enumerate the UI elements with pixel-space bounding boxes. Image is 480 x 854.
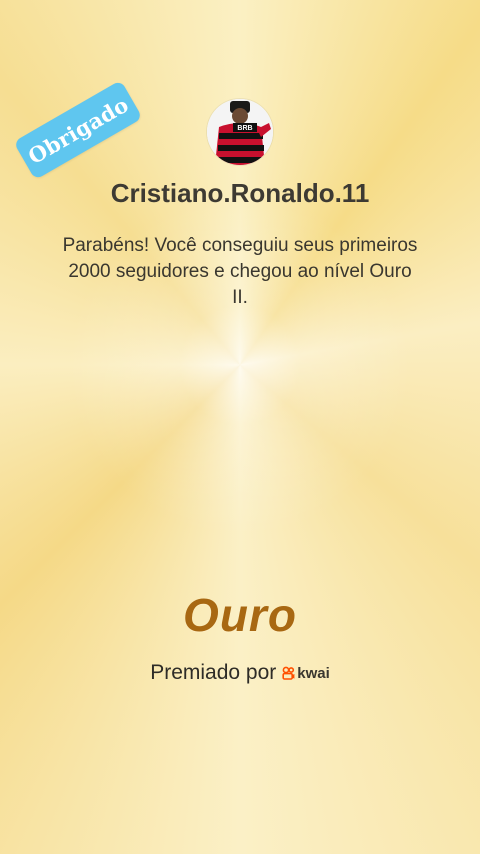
thank-you-badge[interactable]: Obrigado — [13, 79, 143, 181]
awarded-by-row: Premiado por kwai — [0, 661, 480, 685]
kwai-brand-name: kwai — [297, 664, 330, 682]
kwai-logo: kwai — [282, 665, 330, 682]
level-title: Ouro — [183, 589, 297, 641]
congratulations-message: Parabéns! Você conseguiu seus primeiros … — [62, 235, 418, 308]
thank-you-badge-label: Obrigado — [23, 91, 133, 169]
achievement-screen: Obrigado BRB Cristiano.Ronaldo.11 Parabé… — [0, 0, 480, 854]
avatar-image: BRB — [207, 99, 273, 165]
kwai-logo-icon — [282, 666, 295, 680]
avatar[interactable]: BRB — [207, 99, 273, 165]
username: Cristiano.Ronaldo.11 — [110, 178, 370, 208]
awarded-by-label: Premiado por — [150, 661, 277, 684]
avatar-jersey-text: BRB — [237, 125, 252, 132]
